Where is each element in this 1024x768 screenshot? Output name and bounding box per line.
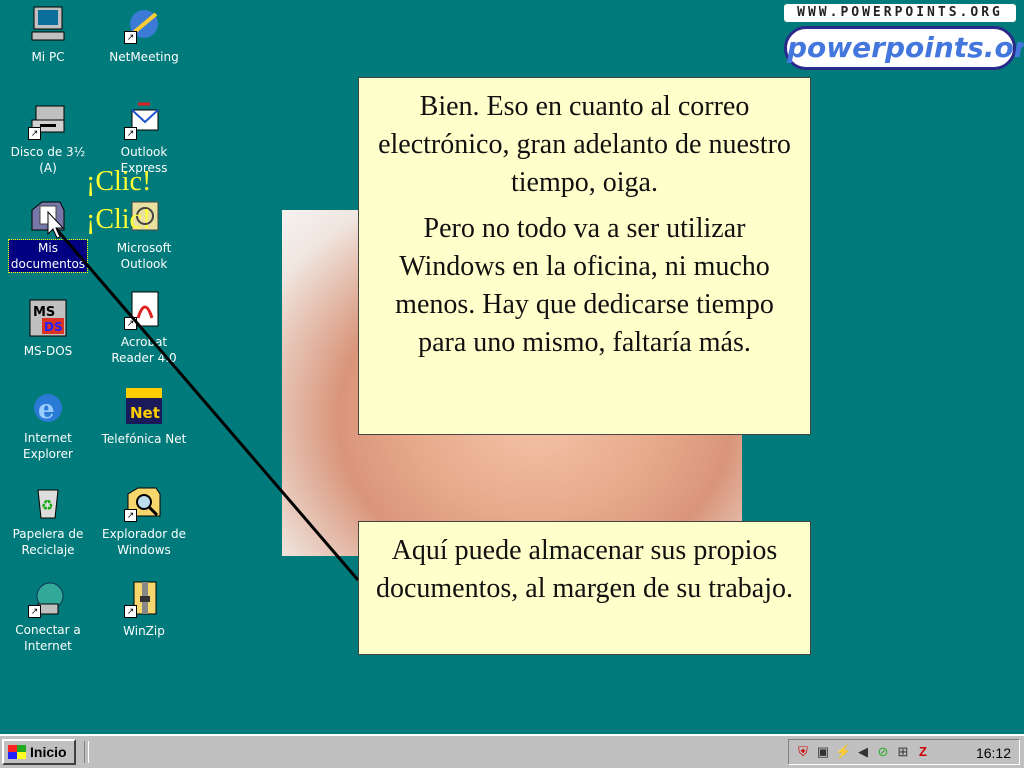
volume-speaker-icon[interactable]: ◀	[855, 744, 871, 760]
power-plug-icon[interactable]: ⚡	[835, 744, 851, 760]
callout-bottom-text: Aquí puede almacenar sus propios documen…	[375, 535, 794, 604]
callout-top: Bien. Eso en cuanto al correo electrónic…	[358, 77, 811, 435]
task-scheduler-icon[interactable]: ▣	[815, 744, 831, 760]
network-icon[interactable]: ⊘	[875, 744, 891, 760]
windows-logo-icon	[8, 745, 26, 759]
callout-top-paragraph-2: Pero no todo va a ser utilizar Windows e…	[395, 213, 774, 358]
taskbar: Inicio ⛨ ▣ ⚡ ◀ ⊘ ⊞ Z 16:12	[0, 734, 1024, 768]
callout-bottom: Aquí puede almacenar sus propios documen…	[358, 521, 811, 655]
start-label: Inicio	[30, 744, 67, 760]
taskbar-separator	[84, 741, 89, 763]
taskbar-clock[interactable]: 16:12	[976, 744, 1011, 762]
connection-icon[interactable]: ⊞	[895, 744, 911, 760]
start-button[interactable]: Inicio	[2, 739, 76, 765]
callout-top-paragraph-1: Bien. Eso en cuanto al correo electrónic…	[378, 91, 791, 198]
zonealarm-icon[interactable]: Z	[915, 744, 931, 760]
antivirus-shield-icon[interactable]: ⛨	[795, 744, 811, 760]
system-tray: ⛨ ▣ ⚡ ◀ ⊘ ⊞ Z 16:12	[788, 739, 1020, 765]
